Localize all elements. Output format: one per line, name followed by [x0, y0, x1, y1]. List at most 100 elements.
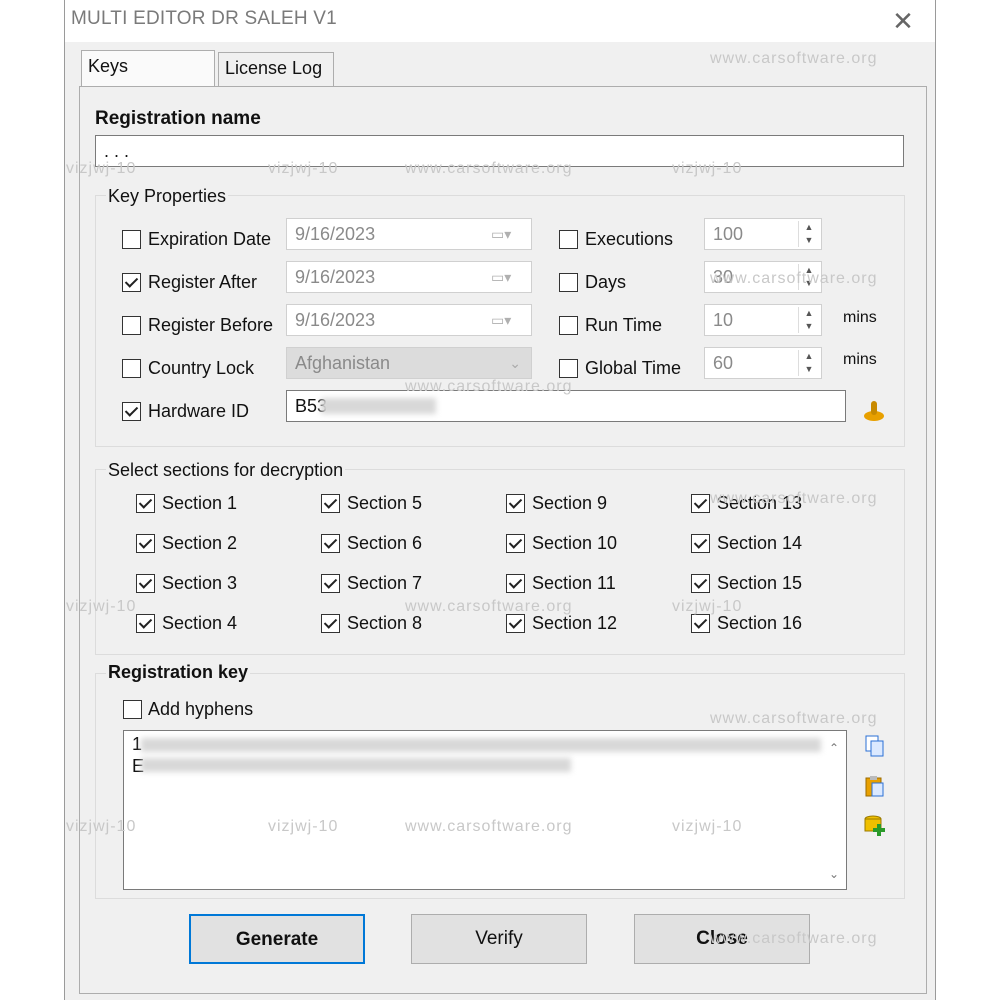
- tab-license-log[interactable]: License Log: [218, 52, 334, 86]
- chevron-down-icon: ⌄: [509, 355, 521, 371]
- registration-name-value: . . .: [104, 141, 130, 161]
- key-properties-group: Key Properties Expiration Date 9/16/2023…: [95, 186, 905, 447]
- add-database-icon[interactable]: [863, 814, 887, 838]
- section-checkbox[interactable]: [691, 614, 710, 633]
- scroll-down-icon[interactable]: ⌄: [824, 863, 844, 885]
- section-label: Section 10: [532, 533, 618, 553]
- tab-keys-generator[interactable]: Keys Generator: [81, 50, 215, 106]
- registration-key-textarea[interactable]: 1 E ⌃ ⌄: [123, 730, 847, 890]
- register-before-picker[interactable]: 9/16/2023 ▭▾: [286, 304, 532, 336]
- title-bar: MULTI EDITOR DR SALEH V1 ✕: [65, 0, 935, 42]
- window-title: MULTI EDITOR DR SALEH V1: [71, 8, 337, 29]
- section-checkbox[interactable]: [321, 534, 340, 553]
- spin-buttons[interactable]: ▲ ▼: [798, 264, 819, 290]
- section-checkbox[interactable]: [506, 574, 525, 593]
- verify-button[interactable]: Verify: [411, 914, 587, 964]
- expiration-date-checkbox[interactable]: [122, 230, 141, 249]
- section-checkbox[interactable]: [321, 494, 340, 513]
- section-checkbox[interactable]: [506, 534, 525, 553]
- register-before-label: Register Before: [148, 315, 274, 335]
- section-checkbox[interactable]: [136, 574, 155, 593]
- country-select[interactable]: Afghanistan ⌄: [286, 347, 532, 379]
- global-time-unit: mins: [843, 351, 877, 368]
- run-time-value: 10: [713, 310, 734, 330]
- add-hyphens-label: Add hyphens: [148, 699, 254, 719]
- section-checkbox[interactable]: [691, 534, 710, 553]
- executions-label: Executions: [585, 229, 674, 249]
- executions-checkbox[interactable]: [559, 230, 578, 249]
- section-checkbox[interactable]: [321, 574, 340, 593]
- redacted-hardware-id: [321, 398, 436, 414]
- generate-button[interactable]: Generate: [189, 914, 365, 964]
- registration-name-input[interactable]: . . .: [95, 135, 904, 167]
- section-label: Section 5: [347, 493, 423, 513]
- register-before-value: 9/16/2023: [295, 310, 376, 330]
- hardware-id-checkbox[interactable]: [122, 402, 141, 421]
- expiration-date-label: Expiration Date: [148, 229, 272, 249]
- sections-title: Select sections for decryption: [106, 460, 346, 481]
- register-after-label: Register After: [148, 272, 258, 292]
- section-checkbox[interactable]: [691, 494, 710, 513]
- executions-value: 100: [713, 224, 744, 244]
- section-label: Section 3: [162, 573, 238, 593]
- paste-icon[interactable]: [863, 774, 887, 798]
- global-time-value: 60: [713, 353, 734, 373]
- registration-key-title: Registration key: [106, 662, 251, 683]
- section-checkbox[interactable]: [691, 574, 710, 593]
- close-icon[interactable]: ✕: [883, 4, 923, 38]
- country-select-value: Afghanistan: [295, 353, 391, 373]
- country-lock-label: Country Lock: [148, 358, 255, 378]
- run-time-unit: mins: [843, 309, 877, 326]
- section-label: Section 4: [162, 613, 238, 633]
- run-time-label: Run Time: [585, 315, 663, 335]
- section-checkbox[interactable]: [321, 614, 340, 633]
- section-label: Section 11: [532, 573, 616, 593]
- close-button[interactable]: Close: [634, 914, 810, 964]
- days-label: Days: [585, 272, 627, 292]
- redacted-key-line-1: [141, 738, 821, 752]
- registration-name-label: Registration name: [95, 108, 261, 129]
- days-value: 30: [713, 267, 734, 287]
- section-checkbox[interactable]: [136, 494, 155, 513]
- calendar-icon: ▭▾: [491, 226, 512, 242]
- global-time-stepper[interactable]: 60 ▲ ▼: [704, 347, 822, 379]
- calendar-icon: ▭▾: [491, 269, 512, 285]
- copy-icon[interactable]: [863, 734, 887, 758]
- register-before-checkbox[interactable]: [122, 316, 141, 335]
- expiration-date-value: 9/16/2023: [295, 224, 376, 244]
- executions-stepper[interactable]: 100 ▲ ▼: [704, 218, 822, 250]
- section-label: Section 14: [717, 533, 803, 553]
- spin-buttons[interactable]: ▲ ▼: [798, 221, 819, 247]
- scroll-up-icon[interactable]: ⌃: [824, 737, 844, 759]
- registration-key-group: Registration key Add hyphens 1 E ⌃ ⌄: [95, 662, 905, 899]
- run-time-checkbox[interactable]: [559, 316, 578, 335]
- section-label: Section 1: [162, 493, 238, 513]
- key-properties-title: Key Properties: [106, 186, 229, 207]
- register-after-checkbox[interactable]: [122, 273, 141, 292]
- section-checkbox[interactable]: [136, 534, 155, 553]
- run-time-stepper[interactable]: 10 ▲ ▼: [704, 304, 822, 336]
- global-time-checkbox[interactable]: [559, 359, 578, 378]
- section-checkbox[interactable]: [506, 494, 525, 513]
- section-label: Section 16: [717, 613, 803, 633]
- section-label: Section 2: [162, 533, 238, 553]
- section-checkbox[interactable]: [136, 614, 155, 633]
- spin-buttons[interactable]: ▲ ▼: [798, 307, 819, 333]
- section-label: Section 6: [347, 533, 423, 553]
- tab-panel: Registration name . . . Key Properties E…: [79, 86, 927, 994]
- country-lock-checkbox[interactable]: [122, 359, 141, 378]
- expiration-date-picker[interactable]: 9/16/2023 ▭▾: [286, 218, 532, 250]
- hardware-id-label: Hardware ID: [148, 401, 250, 421]
- spin-buttons[interactable]: ▲ ▼: [798, 350, 819, 376]
- main-window: MULTI EDITOR DR SALEH V1 ✕ Keys Generato…: [64, 0, 936, 1000]
- redacted-key-line-2: [141, 758, 571, 772]
- days-checkbox[interactable]: [559, 273, 578, 292]
- register-after-picker[interactable]: 9/16/2023 ▭▾: [286, 261, 532, 293]
- global-time-label: Global Time: [585, 358, 682, 378]
- days-stepper[interactable]: 30 ▲ ▼: [704, 261, 822, 293]
- add-hyphens-checkbox[interactable]: [123, 700, 142, 719]
- section-label: Section 13: [717, 493, 803, 513]
- hardware-id-fetch-icon[interactable]: [862, 398, 886, 422]
- sections-group: Select sections for decryption Section 1…: [95, 460, 905, 655]
- section-checkbox[interactable]: [506, 614, 525, 633]
